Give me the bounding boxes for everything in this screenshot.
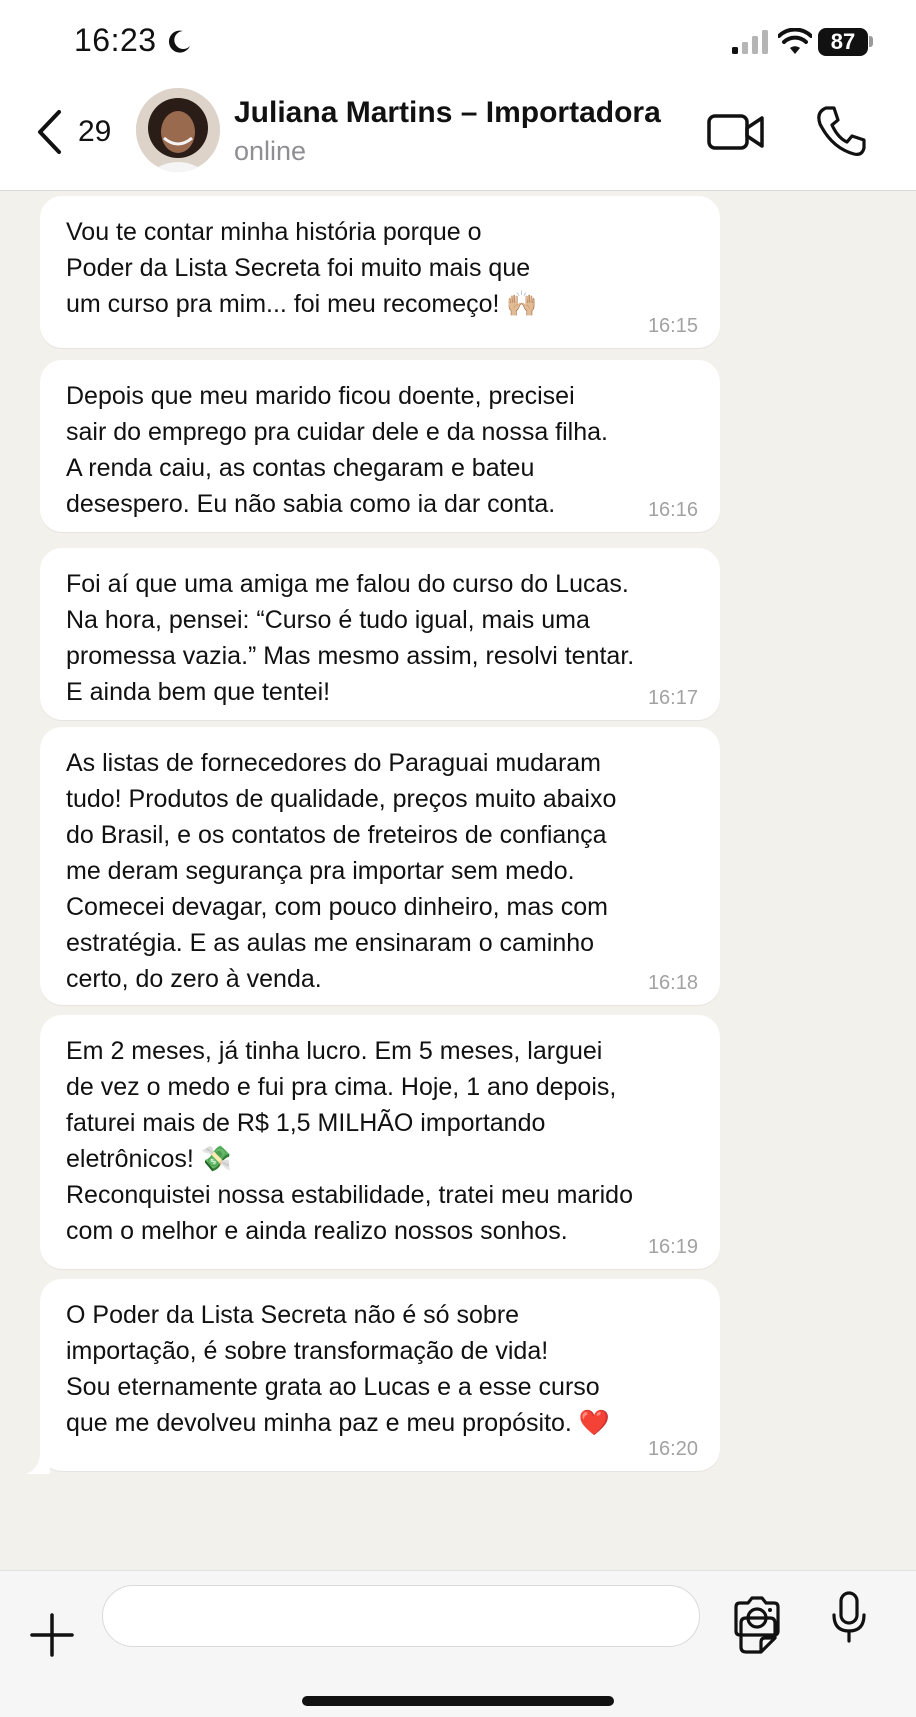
message-bubble[interactable]: Em 2 meses, já tinha lucro. Em 5 meses, … [40, 1015, 720, 1269]
chat-header: 29 Juliana Martins – Importadora online [0, 78, 916, 191]
avatar[interactable] [136, 88, 220, 172]
message-text: Vou te contar minha história porque o Po… [66, 218, 538, 318]
signal-icon [732, 30, 768, 54]
video-call-icon[interactable] [706, 108, 766, 156]
avatar-image [136, 88, 220, 172]
message-bubble[interactable]: O Poder da Lista Secreta não é só sobre … [40, 1279, 720, 1471]
bubble-tail [26, 1452, 50, 1474]
message-text: As listas de fornecedores do Paraguai mu… [66, 749, 617, 993]
wifi-icon [778, 28, 812, 54]
message-time: 16:15 [647, 315, 698, 337]
back-button[interactable]: 29 [34, 104, 134, 160]
message-text: Foi aí que uma amiga me falou do curso d… [66, 570, 635, 706]
message-text: O Poder da Lista Secreta não é só sobre … [66, 1301, 610, 1437]
unread-count: 29 [78, 115, 112, 148]
message-time: 16:20 [647, 1438, 698, 1460]
moon-icon [168, 30, 190, 53]
message-text: Em 2 meses, já tinha lucro. Em 5 meses, … [66, 1037, 633, 1245]
message-bubble[interactable]: Foi aí que uma amiga me falou do curso d… [40, 548, 720, 720]
message-bubble[interactable]: Vou te contar minha história porque o Po… [40, 196, 720, 348]
message-time: 16:16 [647, 499, 698, 521]
camera-icon[interactable] [732, 1595, 782, 1639]
status-bar: 16:23 87 [0, 0, 916, 78]
plus-icon[interactable] [30, 1613, 74, 1657]
message-text: Depois que meu marido ficou doente, prec… [66, 382, 608, 518]
status-time: 16:23 [74, 22, 157, 58]
contact-name[interactable]: Juliana Martins – Importadora [234, 96, 661, 130]
message-bubble[interactable]: Depois que meu marido ficou doente, prec… [40, 360, 720, 532]
battery-tip [869, 36, 873, 47]
battery-indicator: 87 [818, 28, 868, 56]
message-time: 16:17 [647, 687, 698, 709]
phone-icon[interactable] [814, 104, 866, 158]
chevron-left-icon [38, 110, 61, 154]
message-bubble[interactable]: As listas de fornecedores do Paraguai mu… [40, 727, 720, 1005]
composer-bar [0, 1570, 916, 1717]
microphone-icon[interactable] [830, 1591, 868, 1643]
message-time: 16:18 [647, 972, 698, 994]
message-time: 16:19 [647, 1236, 698, 1258]
message-list[interactable]: Vou te contar minha história porque o Po… [0, 190, 916, 1570]
message-input[interactable] [102, 1585, 777, 1654]
contact-status: online [234, 136, 307, 166]
home-indicator[interactable] [302, 1696, 614, 1706]
